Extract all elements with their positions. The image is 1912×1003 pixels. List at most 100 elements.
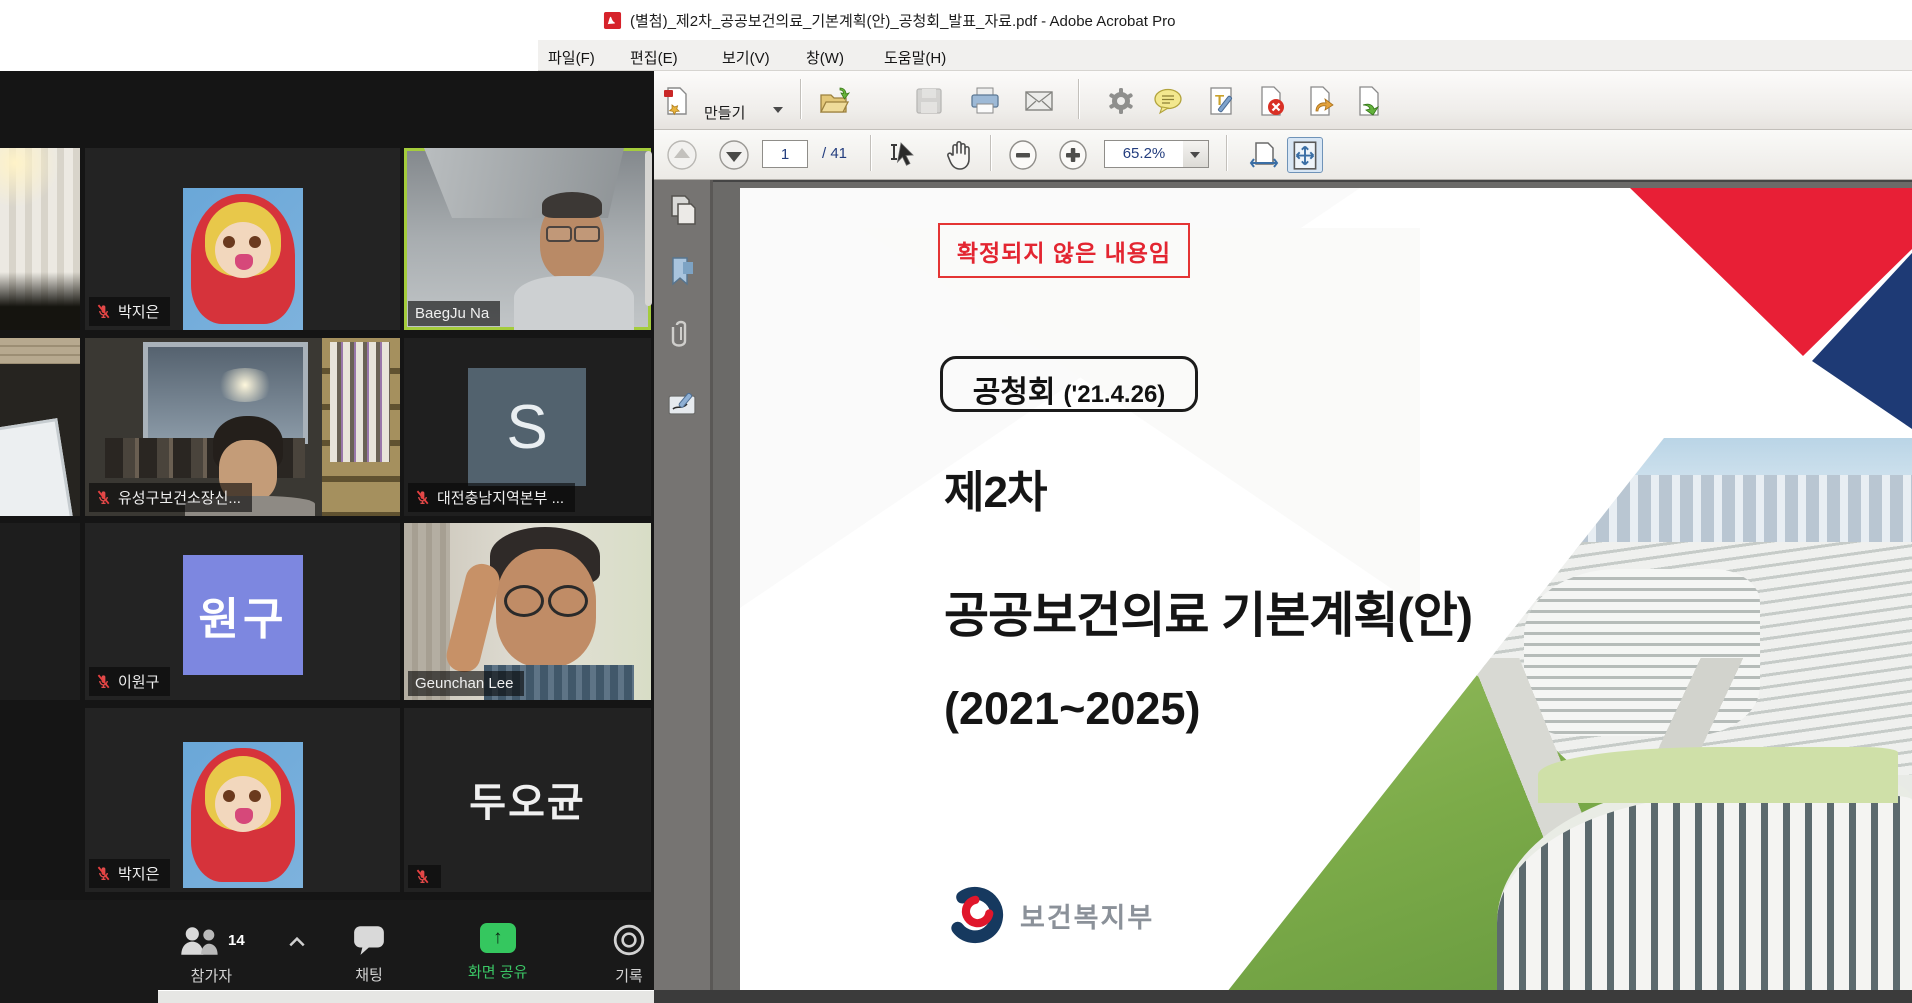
print-icon[interactable]	[969, 85, 1001, 117]
save-icon[interactable]	[913, 85, 945, 117]
video-tile-leewongu[interactable]: 원구 이원구	[85, 523, 400, 700]
video-tile-parkjieun-1[interactable]: 박지은	[85, 148, 400, 330]
video-tile-partial-whiteboard[interactable]	[0, 338, 80, 516]
ministry-name: 보건복지부	[1020, 896, 1154, 935]
video-tile-duogyun[interactable]: 두오균	[404, 708, 651, 892]
video-tile-geunchanlee[interactable]: Geunchan Lee	[404, 523, 651, 700]
acrobat-toolbar-nav: / 41 65.2%	[654, 130, 1912, 180]
hand-tool-icon[interactable]	[944, 139, 976, 171]
ministry-emblem-icon	[946, 886, 1004, 944]
comment-icon[interactable]	[1152, 85, 1184, 117]
menu-view[interactable]: 보기(V)	[716, 45, 776, 70]
page-total-label: / 41	[822, 145, 847, 162]
ministry-logo: 보건복지부	[946, 886, 1154, 944]
pdf-page: 확정되지 않은 내용임 공청회 ('21.4.26) 제2차 공공보건의료 기본…	[740, 188, 1912, 990]
settings-gear-icon[interactable]	[1105, 85, 1137, 117]
window-title: (별첨)_제2차_공공보건의료_기본계획(안)_공청회_발표_자료.pdf - …	[630, 10, 1175, 31]
video-tile-baegjuna-active[interactable]: BaegJu Na	[404, 148, 651, 330]
name-chip: 유성구보건소장신...	[89, 483, 252, 512]
zoom-window: 박지은 BaegJu Na	[0, 71, 654, 1003]
share-screen-label: 화면 공유	[468, 961, 527, 982]
muted-mic-icon	[96, 490, 111, 505]
name-chip: BaegJu Na	[408, 301, 500, 326]
glasses	[504, 585, 544, 617]
create-dropdown-caret-icon	[773, 107, 783, 113]
video-tile-health-center-director[interactable]: 유성구보건소장신...	[85, 338, 400, 516]
avatar	[183, 742, 303, 888]
record-icon	[612, 923, 646, 957]
record-label: 기록	[615, 965, 643, 986]
background-window-edge	[158, 990, 654, 1003]
zoom-dropdown-button[interactable]	[1183, 140, 1209, 168]
signatures-icon[interactable]	[665, 386, 701, 422]
video-tile-partial-curtain[interactable]	[0, 148, 80, 330]
slide-title-line3: (2021~2025)	[944, 683, 1200, 735]
select-tool-icon[interactable]	[888, 139, 920, 171]
participants-count: 14	[228, 932, 245, 949]
page-thumbnails-icon[interactable]	[665, 192, 701, 228]
name-chip: 박지은	[89, 297, 170, 326]
acrobat-toolbar-main: 만들기	[654, 71, 1912, 130]
email-icon[interactable]	[1023, 85, 1055, 117]
scrolling-mode-icon[interactable]	[1248, 139, 1280, 171]
avatar	[183, 188, 303, 330]
pdf-file-icon	[603, 11, 622, 30]
hearing-label: 공청회	[973, 367, 1056, 411]
screen: (별첨)_제2차_공공보건의료_기본계획(안)_공청회_발표_자료.pdf - …	[0, 0, 1912, 1003]
zoom-out-icon[interactable]	[1007, 139, 1039, 171]
notice-box: 확정되지 않은 내용임	[938, 223, 1190, 278]
participants-button[interactable]: 14 참가자	[178, 924, 245, 986]
muted-mic-icon	[96, 674, 111, 689]
avatar-letter: S	[506, 392, 547, 463]
document-pane[interactable]: 확정되지 않은 내용임 공청회 ('21.4.26) 제2차 공공보건의료 기본…	[713, 180, 1912, 990]
participant-name: BaegJu Na	[415, 305, 489, 322]
open-file-icon[interactable]	[818, 85, 850, 117]
participant-big-name: 두오균	[404, 770, 651, 828]
hand	[443, 561, 503, 676]
menu-window[interactable]: 창(W)	[800, 45, 850, 70]
acrobat-menu-bar: 파일(F) 편집(E) 보기(V) 창(W) 도움말(H)	[538, 40, 1912, 71]
name-chip	[408, 865, 441, 888]
attachments-icon[interactable]	[665, 317, 701, 353]
record-button[interactable]: 기록	[612, 923, 646, 986]
export-pages-icon[interactable]	[1353, 85, 1385, 117]
photo-layer	[1538, 747, 1898, 803]
menu-file[interactable]: 파일(F)	[542, 45, 601, 70]
participant-name: Geunchan Lee	[415, 675, 513, 692]
participant-name: 박지은	[118, 863, 159, 884]
slide-title-line2: 공공보건의료 기본계획(안)	[944, 576, 1472, 647]
bookshelf	[322, 338, 400, 516]
menu-help[interactable]: 도움말(H)	[878, 45, 952, 70]
gallery-scrollbar[interactable]	[645, 151, 652, 306]
muted-mic-icon	[96, 304, 111, 319]
chat-button[interactable]: 채팅	[352, 924, 386, 985]
create-pdf-button[interactable]: 만들기	[660, 83, 790, 119]
edit-text-icon[interactable]	[1206, 85, 1238, 117]
muted-mic-icon	[415, 490, 430, 505]
zoom-level-input[interactable]: 65.2%	[1104, 140, 1184, 168]
previous-page-icon[interactable]	[666, 139, 698, 171]
muted-mic-icon	[96, 866, 111, 881]
participants-caret-icon[interactable]	[288, 936, 306, 948]
glasses	[546, 226, 572, 242]
chat-label: 채팅	[355, 964, 383, 985]
create-pdf-icon	[660, 85, 692, 117]
participant-name: 박지은	[118, 301, 159, 322]
bookmarks-icon[interactable]	[665, 254, 701, 290]
video-tile-daejeon-branch[interactable]: S 대전충남지역본부 ...	[404, 338, 651, 516]
next-page-icon[interactable]	[718, 139, 750, 171]
participants-icon	[178, 924, 222, 957]
zoom-in-icon[interactable]	[1057, 139, 1089, 171]
fit-page-icon[interactable]	[1288, 138, 1322, 172]
video-tile-partial-dark[interactable]	[0, 523, 80, 700]
video-tile-parkjieun-2[interactable]: 박지은	[85, 708, 400, 892]
delete-pages-icon[interactable]	[1255, 85, 1287, 117]
extract-pages-icon[interactable]	[1304, 85, 1336, 117]
share-screen-button[interactable]: ↑ 화면 공유	[468, 923, 527, 982]
participants-label: 참가자	[191, 965, 232, 986]
chat-icon	[352, 924, 386, 956]
page-number-input[interactable]	[762, 140, 808, 168]
participant-name: 이원구	[118, 671, 159, 692]
menu-edit[interactable]: 편집(E)	[624, 45, 684, 70]
zoom-toolbar: 14 참가자 채팅 ↑ 화면 공유 기록	[0, 900, 654, 1003]
